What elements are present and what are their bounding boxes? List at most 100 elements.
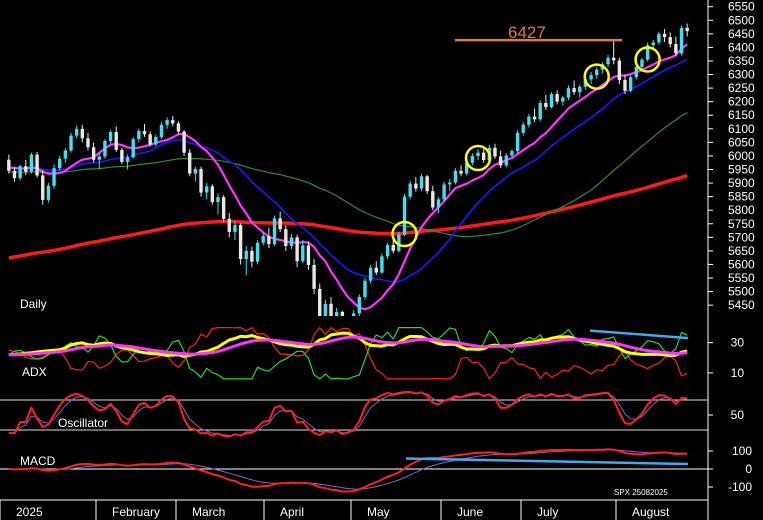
candle-body (7, 159, 11, 171)
candle (442, 181, 446, 202)
candle (103, 139, 107, 159)
candle-body (35, 154, 39, 176)
candle-body (137, 130, 141, 140)
candle (606, 55, 610, 67)
candle (148, 131, 152, 147)
candle (58, 155, 62, 171)
candle-body (289, 237, 294, 247)
candle (69, 132, 73, 153)
candle (41, 170, 45, 205)
candle-body (148, 134, 152, 145)
candle-body (611, 57, 616, 61)
candle (628, 75, 633, 93)
month-label: 2025 (16, 505, 43, 519)
macd-label: MACD (20, 454, 56, 468)
candle (527, 113, 531, 128)
price-tick-label: 6350 (728, 54, 755, 68)
candle (29, 152, 34, 174)
candle-body (628, 77, 633, 91)
candle (397, 231, 401, 253)
candle (289, 234, 294, 250)
oscillator-tick-label: 50 (731, 408, 745, 422)
candle (301, 240, 305, 264)
candle-body (566, 88, 571, 98)
candle (425, 174, 429, 194)
candle-body (301, 245, 305, 262)
candle-body (250, 250, 254, 262)
candle (419, 173, 424, 192)
candle-body (351, 313, 356, 316)
candle-body (238, 225, 243, 260)
candle-body (210, 186, 215, 203)
candle-body (368, 267, 373, 281)
candle-body (63, 150, 68, 159)
candle-body (193, 168, 198, 174)
candle (470, 153, 475, 166)
candle-body (312, 264, 316, 289)
candle-body (679, 27, 684, 54)
candle (204, 183, 209, 200)
candle-body (323, 303, 328, 316)
price-tick-label: 5450 (728, 298, 755, 312)
candle-body (674, 44, 678, 54)
price-tick-label: 6300 (728, 68, 755, 82)
candle (431, 185, 435, 211)
macd-tick-label: 100 (732, 444, 752, 458)
candle (368, 264, 373, 284)
candle (80, 124, 85, 143)
candle-body (578, 86, 582, 93)
price-tick-label: 5850 (728, 190, 755, 204)
candle (578, 84, 582, 98)
month-label: June (457, 505, 483, 519)
candle (544, 94, 548, 110)
candle-body (510, 151, 514, 156)
candle (476, 149, 480, 160)
candle-body (52, 168, 56, 186)
candle-body (41, 175, 45, 200)
price-tick-label: 6500 (728, 13, 755, 27)
macd-tick-label: -100 (728, 480, 752, 494)
ticker-date-note: SPX 25082025 (614, 488, 668, 497)
candle-body (662, 33, 667, 38)
macd-tick-label: 0 (745, 462, 752, 476)
candle (63, 148, 68, 163)
candle (385, 242, 390, 260)
candle-body (657, 33, 661, 43)
candle-body (527, 116, 531, 125)
candle-body (498, 156, 503, 166)
price-tick-label: 6000 (728, 149, 755, 163)
price-tick-label: 6550 (728, 0, 755, 14)
candle (662, 28, 667, 42)
candle-body (244, 250, 248, 260)
candle (453, 168, 458, 185)
candle-body (125, 157, 130, 162)
candle (561, 95, 565, 106)
candle (176, 121, 181, 134)
candle (86, 132, 90, 151)
candle (306, 241, 311, 270)
candle (611, 39, 616, 65)
candle-body (204, 186, 209, 193)
candle (233, 221, 237, 241)
candle (267, 227, 271, 249)
candle-body (221, 197, 226, 219)
candle-body (272, 218, 277, 245)
candle (374, 261, 378, 276)
candle (674, 36, 678, 57)
candle (171, 116, 175, 127)
candle (284, 225, 288, 251)
candle (515, 130, 520, 154)
candle (448, 178, 452, 192)
candle-body (12, 170, 17, 179)
candle-body (363, 280, 367, 298)
candle-body (634, 66, 638, 78)
candle-body (419, 176, 424, 189)
candle (504, 153, 508, 168)
oscillator-signal-line (8, 392, 688, 437)
candle (323, 299, 328, 316)
candle (679, 25, 684, 56)
candle-body (318, 288, 322, 316)
candle-body (572, 88, 576, 93)
month-label: February (112, 505, 160, 519)
candle-body (171, 120, 175, 124)
